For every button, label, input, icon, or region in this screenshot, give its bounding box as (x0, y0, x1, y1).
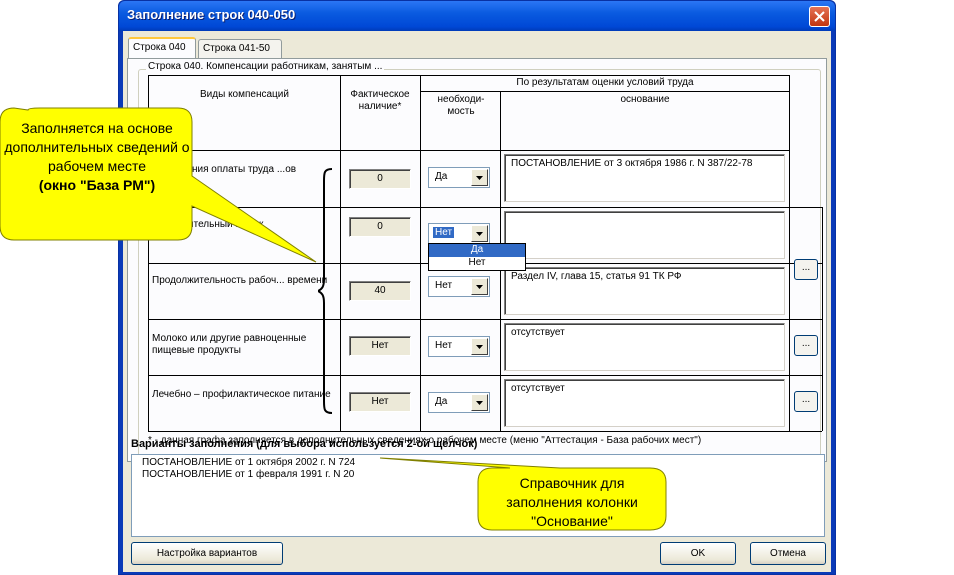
callouts-layer (0, 107, 667, 531)
callout-left-line2: (окно "База РМ") (38, 177, 156, 193)
callout-left-text: Заполняется на основе дополнительных све… (4, 119, 190, 195)
callout-right-text: Справочник для заполнения колонки "Основ… (506, 475, 638, 529)
callout-left-line1: Заполняется на основе дополнительных све… (4, 120, 190, 174)
